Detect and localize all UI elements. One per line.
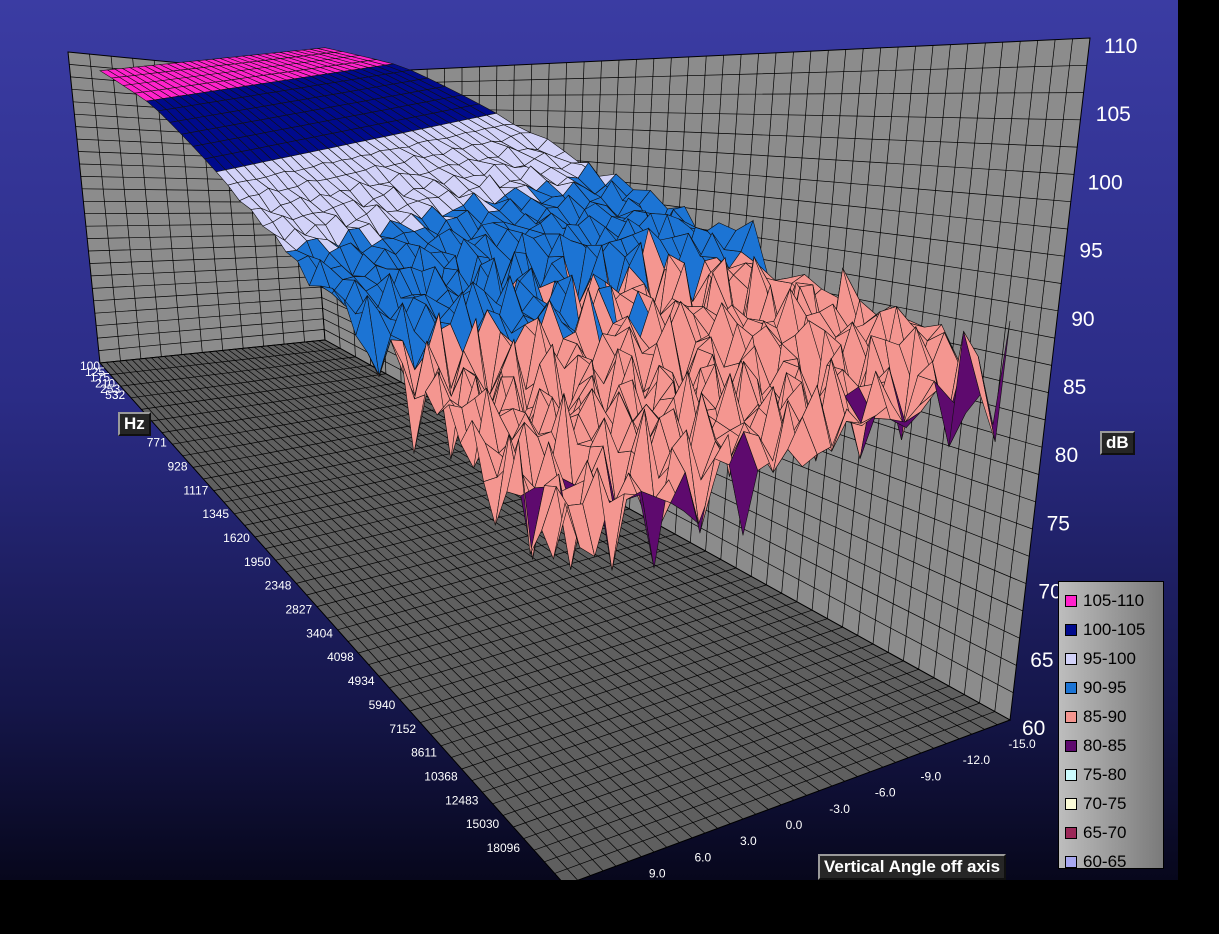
db-tick-label: 85: [1063, 376, 1086, 399]
legend-swatch: [1065, 681, 1077, 694]
legend-label: 105-110: [1083, 590, 1145, 610]
legend-label: 75-80: [1083, 764, 1127, 784]
legend-item: 70-75: [1059, 789, 1163, 818]
angle-tick-label: 6.0: [694, 850, 711, 864]
angle-tick-label: -6.0: [875, 786, 896, 800]
freq-tick-label: 4098: [327, 650, 354, 664]
freq-tick-label: 7152: [389, 722, 416, 736]
freq-tick-label: 15030: [466, 817, 500, 831]
legend-item: 85-90: [1059, 702, 1163, 731]
angle-tick-label: -12.0: [963, 753, 991, 767]
freq-tick-label: 928: [168, 459, 188, 473]
legend-item: 95-100: [1059, 644, 1163, 673]
db-tick-label: 80: [1055, 444, 1078, 467]
legend-label: 85-90: [1083, 706, 1127, 726]
legend-swatch: [1065, 652, 1077, 665]
legend-label: 80-85: [1083, 735, 1127, 755]
angle-tick-label: -15.0: [1008, 737, 1036, 751]
legend-item: 65-70: [1059, 818, 1163, 847]
freq-tick-label: 2827: [286, 603, 313, 617]
legend-label: 90-95: [1083, 677, 1127, 697]
db-tick-label: 75: [1047, 512, 1070, 535]
angle-tick-label: 9.0: [649, 867, 666, 880]
freq-axis-label: Hz: [118, 412, 151, 436]
legend-label: 95-100: [1083, 648, 1136, 668]
db-tick-label: 65: [1030, 649, 1053, 672]
legend-swatch: [1065, 710, 1077, 723]
legend-swatch: [1065, 768, 1077, 781]
angle-tick-label: -3.0: [829, 802, 850, 816]
legend-swatch: [1065, 739, 1077, 752]
legend-swatch: [1065, 594, 1077, 607]
legend-swatch: [1065, 797, 1077, 810]
freq-tick-label: 2348: [265, 579, 292, 593]
angle-tick-label: -9.0: [920, 769, 941, 783]
legend-label: 70-75: [1083, 793, 1127, 813]
freq-tick-label: 1345: [202, 507, 229, 521]
freq-tick-label: 1620: [223, 531, 250, 545]
db-tick-label: 105: [1096, 103, 1131, 126]
freq-tick-label: 532: [105, 388, 125, 402]
freq-tick-label: 10368: [424, 769, 458, 783]
legend-item: 75-80: [1059, 760, 1163, 789]
surface-chart: 6065707580859095100105110100125175210253…: [67, 35, 1137, 880]
db-tick-label: 100: [1088, 171, 1123, 194]
freq-tick-label: 1950: [244, 555, 271, 569]
legend-item: 100-105: [1059, 615, 1163, 644]
legend-swatch: [1065, 826, 1077, 839]
freq-tick-label: 18096: [487, 841, 521, 855]
legend: 105-110 100-105 95-100 90-95 85-90 80-85 75-80…: [1058, 581, 1164, 871]
db-tick-label: 110: [1104, 35, 1137, 58]
db-axis-label: dB: [1100, 431, 1135, 455]
freq-tick-label: 5940: [369, 698, 396, 712]
freq-tick-label: 8611: [411, 746, 437, 760]
legend-item: 80-85: [1059, 731, 1163, 760]
legend-swatch: [1065, 855, 1077, 868]
db-tick-label: 90: [1071, 308, 1094, 331]
legend-label: 65-70: [1083, 822, 1127, 842]
freq-tick-label: 1117: [183, 483, 208, 497]
angle-tick-label: 0.0: [786, 818, 803, 832]
legend-label: 60-65: [1083, 851, 1127, 871]
legend-label: 100-105: [1083, 619, 1146, 639]
legend-item: 60-65: [1059, 847, 1163, 876]
freq-tick-label: 3404: [306, 626, 333, 640]
legend-item: 105-110: [1059, 586, 1163, 615]
legend-item: 90-95: [1059, 673, 1163, 702]
legend-swatch: [1065, 623, 1077, 636]
freq-tick-label: 771: [147, 436, 167, 450]
db-tick-label: 95: [1079, 240, 1102, 263]
freq-tick-label: 12483: [445, 793, 479, 807]
angle-tick-label: 3.0: [740, 834, 757, 848]
chart-area: 60 65 70 75 80 85 90 95 100 105 110 100 125 175 210 253…: [0, 0, 1178, 880]
angle-axis-label: Vertical Angle off axis: [818, 854, 1007, 880]
freq-tick-label: 4934: [348, 674, 375, 688]
